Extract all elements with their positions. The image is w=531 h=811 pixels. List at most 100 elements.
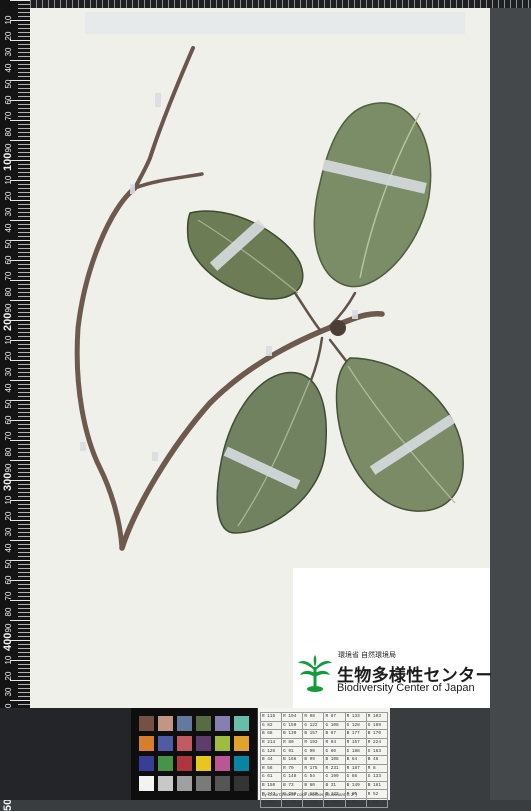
ruler-label: 50 [4,239,13,249]
color-swatch [215,716,230,731]
table-cell: B 46 [365,754,389,765]
table-cell: R 80 [281,737,304,748]
ruler-label: 10 [4,655,13,665]
color-swatch [158,756,173,771]
table-cell: G 128 [344,720,367,731]
upper-twig [133,46,195,190]
biodiversity-logo-icon [298,655,332,692]
ruler-label: 70 [4,111,13,121]
color-swatch [215,776,230,791]
ruler-label: 100 [2,152,14,171]
table-cell: B 99 [302,754,325,765]
color-swatch [158,736,173,751]
ruler-label: 20 [4,351,13,361]
table-cell: R 214 [259,737,283,748]
ruler-label: 20 [4,31,13,41]
ruler-label: 40 [4,543,13,553]
table-cell: G 60 [323,746,346,756]
table-cell: B 31 [323,780,346,791]
table-cell: G 90 [302,746,325,756]
left-main-stem [74,185,138,551]
table-row: G 61 G 148 G 54 G 199 G 86 G 133 [259,772,389,782]
color-swatch [196,756,211,771]
table-cell: G 163 [365,746,389,756]
ruler-label: 70 [4,591,13,601]
ruler-label: 20 [4,671,13,681]
ruler-label: 80 [4,607,13,617]
ruler-label: 80 [4,127,13,137]
table-cell: G 188 [344,746,367,756]
ruler-label: 70 [4,271,13,281]
ruler-label: 300 [2,472,14,491]
ruler-label: 30 [4,207,13,217]
color-reference-caption: by ColorChecker color checker (illuminan… [262,792,357,797]
table-cell: B 177 [344,729,367,739]
table-cell: G 122 [302,720,325,731]
table-cell: G 91 [281,746,304,756]
table-cell: R 157 [344,737,367,748]
color-swatch [139,756,154,771]
color-swatch [177,736,192,751]
ruler-label: 80 [4,287,13,297]
ruler-label: 30 [4,47,13,57]
color-swatch [158,716,173,731]
table-cell: G 61 [259,772,283,782]
ruler-label: 60 [4,255,13,265]
color-swatch [196,716,211,731]
bottom-left-area [0,708,131,800]
table-cell: G 82 [259,720,283,731]
top-paper-strip [85,12,465,34]
table-cell: R 187 [344,763,367,774]
table-cell: R 70 [281,763,304,774]
table-cell: B 150 [259,780,283,791]
color-swatch [158,776,173,791]
table-cell: G 199 [323,772,346,782]
color-swatch [196,736,211,751]
table-cell: B 68 [259,729,283,739]
ruler-label: 40 [4,63,13,73]
ruler-label: 50 [4,79,13,89]
table-cell: R 87 [323,712,346,722]
table-cell: R 94 [323,737,346,748]
ruler-label: 40 [4,383,13,393]
ruler-label: 400 [2,632,14,651]
table-cell: B 170 [365,729,389,739]
table-cell: R 194 [281,712,304,722]
table-row: B 68 B 130 B 157 B 67 B 177 B 170 [259,729,389,739]
table-cell: G 86 [344,772,367,782]
table-cell: G 108 [323,720,346,731]
ruler-label: 40 [4,223,13,233]
table-cell: G 148 [281,772,304,782]
table-cell: B 161 [365,780,389,791]
petiole-upper-left [293,291,322,332]
table-cell: R 133 [344,712,367,722]
color-swatch [196,776,211,791]
table-cell: R 56 [259,763,283,774]
table-cell: B 157 [302,729,325,739]
table-cell: B 64 [344,754,367,765]
ruler-label: 70 [4,431,13,441]
ruler-label: 50 [4,399,13,409]
color-swatch [177,756,192,771]
table-cell: R 52 [365,789,389,799]
ruler-label: 10 [4,15,13,25]
ruler-label: 60 [4,95,13,105]
leaf-lower-right [335,357,464,512]
ruler-major-ticks [10,0,30,800]
table-cell: R 175 [302,763,325,774]
left-ruler: 10 20 30 40 50 60 70 80 90 100 10 20 30 40 50 60 70 80 90 2… [0,0,30,811]
color-swatch [234,756,249,771]
right-dark-strip [490,8,531,800]
table-cell: G 189 [365,720,389,731]
color-swatch [139,736,154,751]
ruler-label: 10 [4,175,13,185]
table-cell: G 150 [281,720,304,731]
ruler-label: 50 [4,559,13,569]
ministry-label: 環境省 自然環境局 [338,652,396,659]
table-cell: B 108 [323,754,346,765]
color-swatch [234,736,249,751]
table-cell: B 166 [281,754,304,765]
table-row: B 44 B 166 B 99 B 108 B 64 B 46 [259,754,389,765]
table-row: R 56 R 70 R 175 R 231 R 187 R 8 [259,763,389,774]
table-row: R 115 R 194 R 98 R 87 R 133 R 103 [259,712,389,722]
